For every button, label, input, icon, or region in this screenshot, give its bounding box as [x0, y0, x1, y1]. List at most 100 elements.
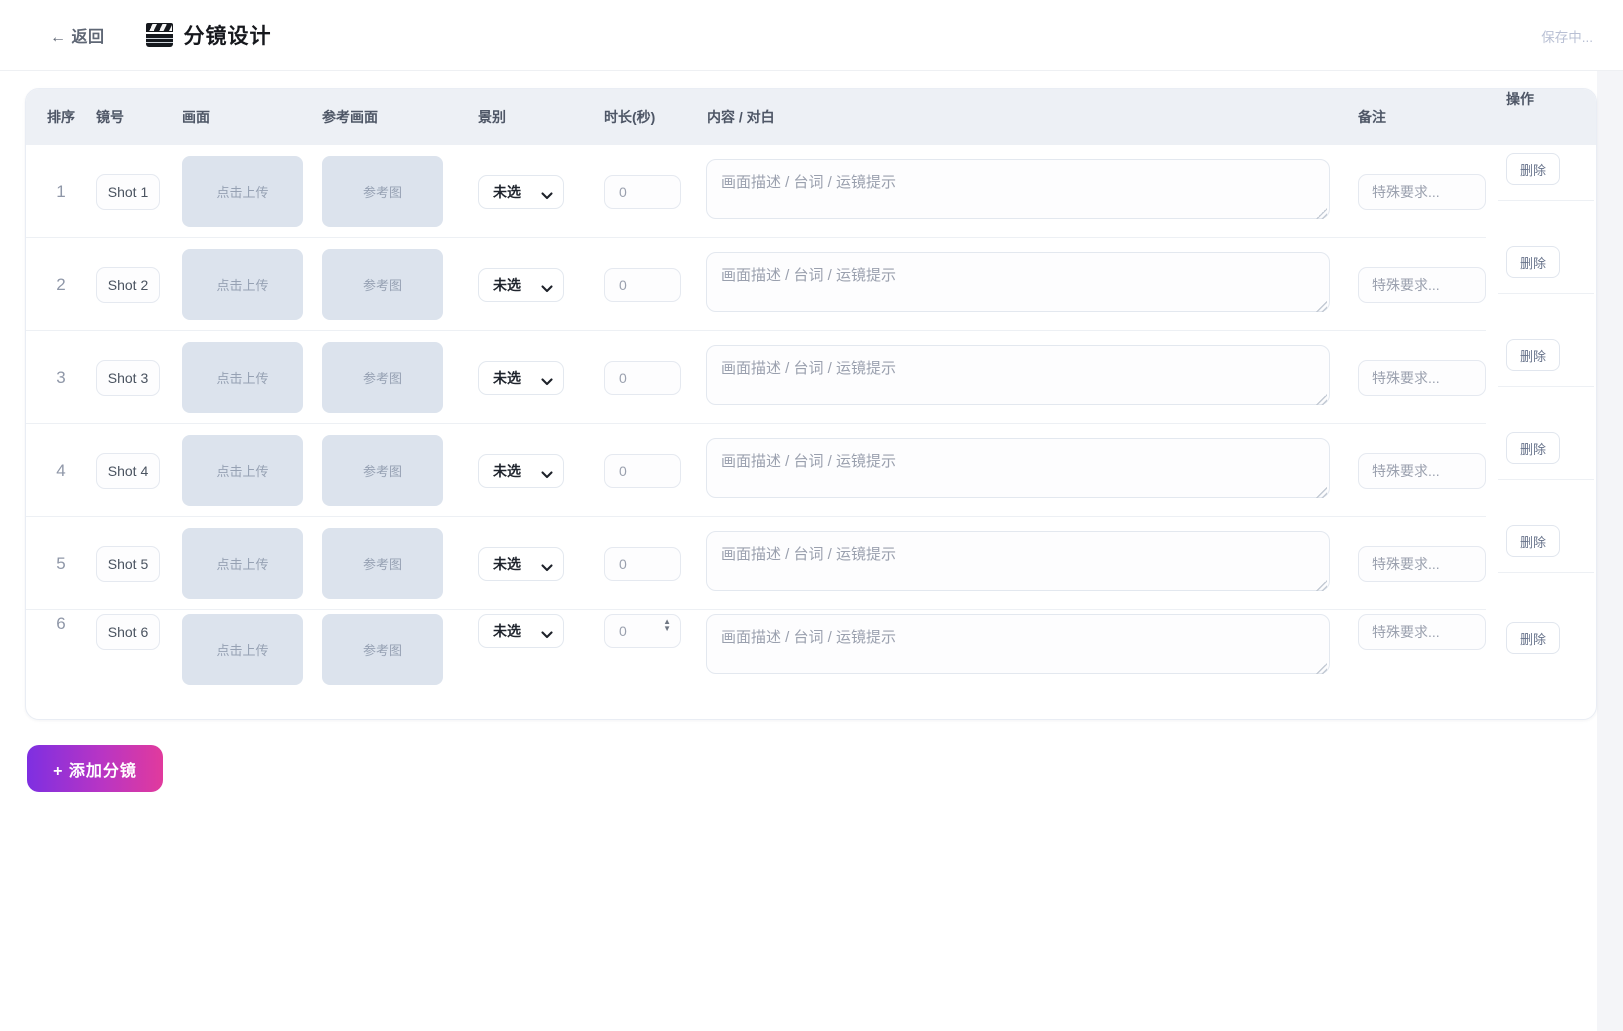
delete-row-button[interactable]: 删除 [1506, 153, 1560, 185]
table-header-row: 排序 镜号 画面 参考画面 景别 时长(秒) 内容 / 对白 备注 操作 [26, 89, 1596, 145]
duration-input[interactable] [604, 361, 681, 395]
resize-handle[interactable] [1316, 208, 1327, 219]
content-dialogue-textarea[interactable] [706, 614, 1330, 674]
content-dialogue-textarea[interactable] [706, 531, 1330, 591]
shot-number-input[interactable] [96, 614, 160, 650]
note-input[interactable] [1358, 360, 1486, 396]
frame-upload-label: 点击上传 [216, 368, 268, 387]
delete-row-button[interactable]: 删除 [1506, 432, 1560, 464]
resize-handle[interactable] [1316, 487, 1327, 498]
resize-handle[interactable] [1316, 301, 1327, 312]
note-input[interactable] [1358, 453, 1486, 489]
frame-upload-label: 点击上传 [216, 640, 268, 659]
shot-number-input[interactable] [96, 453, 160, 489]
page-title-group: 分镜设计 [146, 20, 271, 50]
note-input[interactable] [1358, 614, 1486, 650]
reference-image-box[interactable]: 参考图 [322, 528, 443, 599]
note-input[interactable] [1358, 267, 1486, 303]
frame-upload-label: 点击上传 [216, 461, 268, 480]
column-header-content: 内容 / 对白 [694, 107, 1346, 127]
reference-image-box[interactable]: 参考图 [322, 614, 443, 685]
back-button[interactable]: ← 返回 [50, 23, 104, 47]
page-title: 分镜设计 [183, 20, 271, 50]
table-row: 5 点击上传 参考图 未选 ▲▼ [26, 517, 1596, 610]
action-divider [1498, 386, 1594, 387]
resize-handle[interactable] [1316, 580, 1327, 591]
resize-handle[interactable] [1316, 663, 1327, 674]
delete-row-button[interactable]: 删除 [1506, 339, 1560, 371]
table-row: 4 点击上传 参考图 未选 ▲▼ [26, 424, 1596, 517]
reference-image-box[interactable]: 参考图 [322, 249, 443, 320]
frame-upload-label: 点击上传 [216, 554, 268, 573]
reference-image-box[interactable]: 参考图 [322, 156, 443, 227]
scene-type-select[interactable]: 未选 [478, 454, 564, 488]
frame-upload-box[interactable]: 点击上传 [182, 249, 303, 320]
reference-image-box[interactable]: 参考图 [322, 435, 443, 506]
duration-input[interactable] [604, 175, 681, 209]
reference-image-label: 参考图 [363, 182, 402, 201]
scene-type-select[interactable]: 未选 [478, 547, 564, 581]
column-header-actions: 操作 [1498, 89, 1597, 109]
column-header-order: 排序 [26, 107, 96, 127]
duration-input[interactable] [604, 454, 681, 488]
column-header-note: 备注 [1346, 107, 1498, 127]
add-shot-button[interactable]: + 添加分镜 [27, 745, 163, 792]
frame-upload-box[interactable]: 点击上传 [182, 156, 303, 227]
reference-image-label: 参考图 [363, 554, 402, 573]
shot-number-input[interactable] [96, 174, 160, 210]
table-row: 2 点击上传 参考图 未选 ▲▼ [26, 238, 1596, 331]
resize-handle[interactable] [1316, 394, 1327, 405]
content-area: 排序 镜号 画面 参考画面 景别 时长(秒) 内容 / 对白 备注 操作 1 点… [0, 71, 1597, 1031]
duration-input[interactable] [604, 268, 681, 302]
reference-image-label: 参考图 [363, 275, 402, 294]
column-header-shot: 镜号 [96, 107, 174, 127]
storyboard-table: 排序 镜号 画面 参考画面 景别 时长(秒) 内容 / 对白 备注 操作 1 点… [25, 88, 1597, 720]
scene-type-select[interactable]: 未选 [478, 175, 564, 209]
row-order-number: 3 [56, 368, 65, 388]
save-status: 保存中... [1541, 26, 1593, 46]
column-header-duration: 时长(秒) [574, 107, 694, 127]
note-input[interactable] [1358, 174, 1486, 210]
frame-upload-box[interactable]: 点击上传 [182, 342, 303, 413]
frame-upload-box[interactable]: 点击上传 [182, 614, 303, 685]
action-divider [1498, 200, 1594, 201]
row-order-number: 5 [56, 554, 65, 574]
number-spinner[interactable]: ▲▼ [663, 619, 671, 632]
content-dialogue-textarea[interactable] [706, 252, 1330, 312]
scene-type-select[interactable]: 未选 [478, 361, 564, 395]
scene-type-select[interactable]: 未选 [478, 614, 564, 648]
table-row: 1 点击上传 参考图 未选 ▲▼ [26, 145, 1596, 238]
delete-row-button[interactable]: 删除 [1506, 622, 1560, 654]
content-dialogue-textarea[interactable] [706, 159, 1330, 219]
reference-image-label: 参考图 [363, 640, 402, 659]
clapperboard-icon [146, 23, 173, 47]
column-header-frame: 画面 [174, 107, 314, 127]
row-order-number: 2 [56, 275, 65, 295]
content-dialogue-textarea[interactable] [706, 345, 1330, 405]
frame-upload-box[interactable]: 点击上传 [182, 528, 303, 599]
note-input[interactable] [1358, 546, 1486, 582]
duration-input[interactable] [604, 547, 681, 581]
reference-image-box[interactable]: 参考图 [322, 342, 443, 413]
table-row: 3 点击上传 参考图 未选 ▲▼ [26, 331, 1596, 424]
top-bar: ← 返回 分镜设计 保存中... [0, 0, 1623, 71]
shot-number-input[interactable] [96, 546, 160, 582]
row-order-number: 4 [56, 461, 65, 481]
column-header-reference: 参考画面 [314, 107, 454, 127]
column-header-scene-type: 景别 [454, 107, 574, 127]
table-body: 1 点击上传 参考图 未选 ▲▼ [26, 145, 1596, 719]
shot-number-input[interactable] [96, 360, 160, 396]
delete-row-button[interactable]: 删除 [1506, 246, 1560, 278]
frame-upload-label: 点击上传 [216, 275, 268, 294]
shot-number-input[interactable] [96, 267, 160, 303]
row-order-number: 6 [56, 614, 65, 634]
scene-type-select[interactable]: 未选 [478, 268, 564, 302]
content-dialogue-textarea[interactable] [706, 438, 1330, 498]
delete-row-button[interactable]: 删除 [1506, 525, 1560, 557]
row-order-number: 1 [56, 182, 65, 202]
reference-image-label: 参考图 [363, 461, 402, 480]
action-divider [1498, 572, 1594, 573]
frame-upload-box[interactable]: 点击上传 [182, 435, 303, 506]
action-divider [1498, 293, 1594, 294]
action-divider [1498, 479, 1594, 480]
